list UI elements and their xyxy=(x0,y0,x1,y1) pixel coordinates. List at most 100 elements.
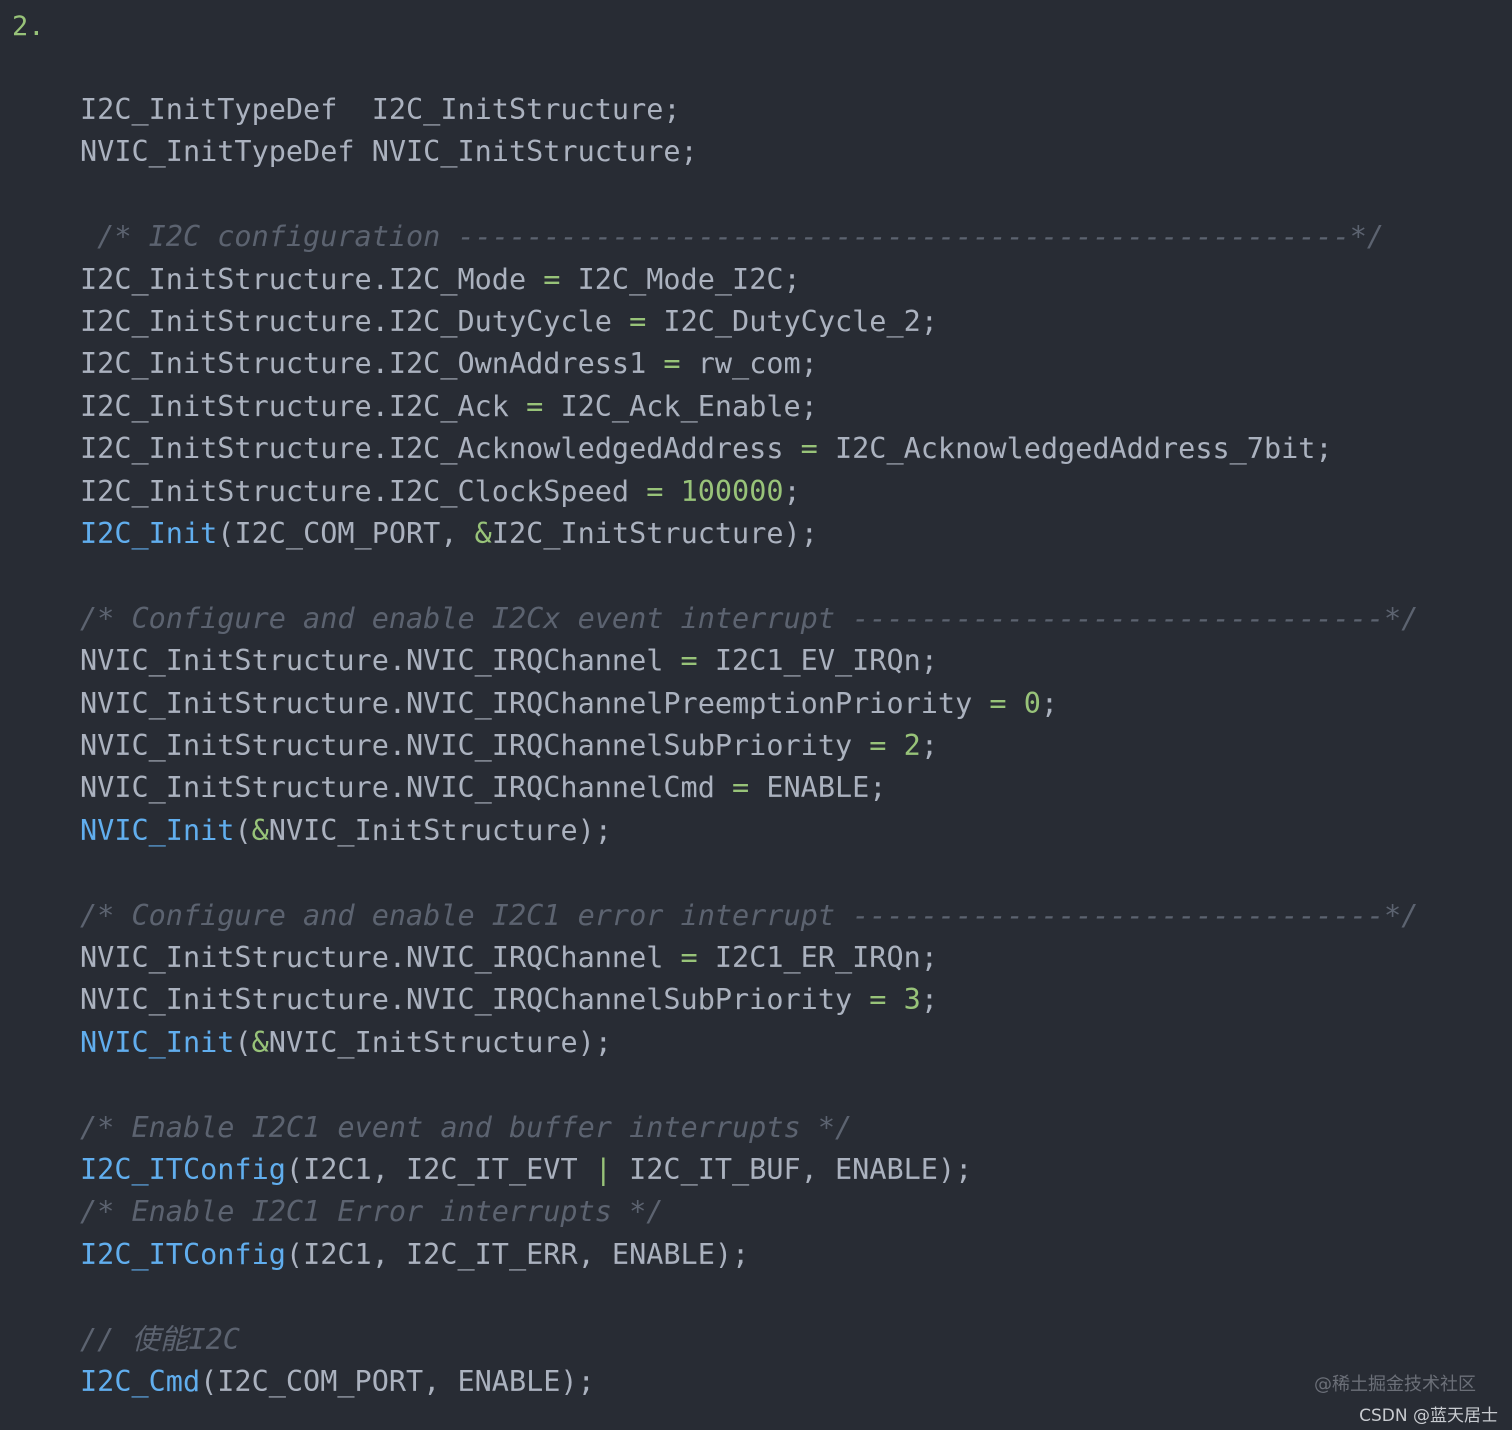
code-text: NVIC_InitStructure.NVIC_IRQChannel xyxy=(80,941,681,974)
code-text: NVIC_InitStructure.NVIC_IRQChannelSubPri… xyxy=(80,983,870,1017)
code-text: NVIC_InitStructure.NVIC_IRQChannelPreemp… xyxy=(80,686,990,720)
operator: = xyxy=(629,305,647,338)
code-line: I2C_InitStructure.I2C_ClockSpeed = 10000… xyxy=(80,471,801,513)
operator: = xyxy=(869,729,887,762)
code-text: (I2C_COM_PORT, xyxy=(217,517,475,550)
code-line: /* I2C configuration -------------------… xyxy=(80,216,1384,258)
code-text: I2C_Ack_Enable; xyxy=(543,389,818,423)
code-line: I2C_ITConfig(I2C1, I2C_IT_EVT | I2C_IT_B… xyxy=(80,1149,972,1191)
code-line: NVIC_InitStructure.NVIC_IRQChannelSubPri… xyxy=(80,725,938,767)
code-line: NVIC_InitStructure.NVIC_IRQChannelPreemp… xyxy=(80,683,1058,725)
code-text: I2C_InitStructure.I2C_Mode xyxy=(80,262,544,296)
code-line: // 使能I2C xyxy=(80,1319,240,1361)
code-line: I2C_InitStructure.I2C_AcknowledgedAddres… xyxy=(80,428,1333,470)
operator: = xyxy=(732,771,750,805)
code-line: /* Enable I2C1 Error interrupts */ xyxy=(80,1191,663,1233)
code-line: I2C_Init(I2C_COM_PORT, &I2C_InitStructur… xyxy=(80,513,818,555)
operator: = xyxy=(526,389,544,423)
code-line: NVIC_InitStructure.NVIC_IRQChannel = I2C… xyxy=(80,640,938,682)
code-text: I2C_InitStructure.I2C_Ack xyxy=(80,389,527,423)
operator: = xyxy=(663,347,681,381)
code-line: NVIC_Init(&NVIC_InitStructure); xyxy=(80,810,612,852)
code-text: I2C_Mode_I2C; xyxy=(560,262,801,296)
code-line: I2C_InitTypeDef I2C_InitStructure; xyxy=(80,89,681,131)
function-name: I2C_ITConfig xyxy=(80,1237,286,1271)
code-text: rw_com; xyxy=(680,347,818,381)
code-text: ; xyxy=(920,729,938,762)
code-text: I2C_InitStructure.I2C_OwnAddress1 xyxy=(80,347,664,381)
code-text: ; xyxy=(920,983,938,1017)
operator: = xyxy=(800,432,818,466)
code-text: ( xyxy=(234,813,252,847)
code-text: NVIC_InitStructure.NVIC_IRQChannelSubPri… xyxy=(80,729,870,762)
code-text: NVIC_InitStructure); xyxy=(268,1025,612,1059)
code-line: NVIC_Init(&NVIC_InitStructure); xyxy=(80,1022,612,1064)
juejin-watermark: @稀土掘金技术社区 xyxy=(1314,1374,1476,1395)
function-name: I2C_ITConfig xyxy=(80,1153,286,1186)
code-comment: /* I2C configuration -------------------… xyxy=(80,220,1385,254)
code-comment: /* Enable I2C1 event and buffer interrup… xyxy=(80,1110,853,1144)
operator: & xyxy=(251,813,269,847)
function-name: I2C_Init xyxy=(80,517,218,550)
code-comment: /* Configure and enable I2C1 error inter… xyxy=(80,898,1419,932)
operator: = xyxy=(680,644,698,678)
code-text: I2C_DutyCycle_2; xyxy=(646,305,938,338)
number-literal: 0 xyxy=(1023,686,1041,720)
step-number-label: 2. xyxy=(12,11,45,42)
number-literal: 100000 xyxy=(680,474,784,508)
operator: = xyxy=(680,941,698,974)
code-text: (I2C1, I2C_IT_EVT xyxy=(285,1153,595,1186)
code-line: I2C_InitStructure.I2C_Ack = I2C_Ack_Enab… xyxy=(80,386,818,428)
code-text: NVIC_InitTypeDef NVIC_InitStructure; xyxy=(80,135,698,169)
code-text: I2C_AcknowledgedAddress_7bit; xyxy=(817,432,1333,466)
code-text: I2C_InitTypeDef I2C_InitStructure; xyxy=(80,93,681,126)
code-line: NVIC_InitStructure.NVIC_IRQChannelSubPri… xyxy=(80,979,938,1021)
code-comment: // 使能I2C xyxy=(80,1322,240,1356)
operator: & xyxy=(474,517,492,550)
code-text: I2C1_ER_IRQn; xyxy=(697,941,938,974)
function-name: I2C_Cmd xyxy=(80,1365,201,1398)
number-literal: 2 xyxy=(903,729,921,762)
code-line: NVIC_InitStructure.NVIC_IRQChannelCmd = … xyxy=(80,767,886,809)
operator: = xyxy=(646,474,664,508)
code-text: ; xyxy=(783,474,801,508)
code-line: I2C_Cmd(I2C_COM_PORT, ENABLE); xyxy=(80,1361,595,1403)
operator: | xyxy=(594,1153,612,1186)
code-text: NVIC_InitStructure); xyxy=(268,813,612,847)
csdn-watermark: CSDN @蓝天居士 xyxy=(1359,1406,1498,1426)
code-text: ( xyxy=(234,1025,252,1059)
number-literal: 3 xyxy=(903,983,921,1017)
code-text: ; xyxy=(1040,686,1059,720)
code-text: (I2C1, I2C_IT_ERR, ENABLE); xyxy=(285,1237,750,1271)
code-block: 2. I2C_InitTypeDef I2C_InitStructure; NVI… xyxy=(0,0,1512,1430)
code-line: I2C_InitStructure.I2C_Mode = I2C_Mode_I2… xyxy=(80,259,801,301)
code-text: NVIC_InitStructure.NVIC_IRQChannelCmd xyxy=(80,771,733,805)
operator: = xyxy=(543,262,561,296)
code-text: I2C_InitStructure.I2C_DutyCycle xyxy=(80,305,630,338)
code-text: I2C1_EV_IRQn; xyxy=(697,644,938,678)
code-line: I2C_InitStructure.I2C_DutyCycle = I2C_Du… xyxy=(80,301,938,343)
code-line: /* Configure and enable I2C1 error inter… xyxy=(80,895,1418,937)
code-text: ENABLE; xyxy=(749,771,887,805)
code-line: NVIC_InitTypeDef NVIC_InitStructure; xyxy=(80,131,698,173)
operator: = xyxy=(989,686,1007,720)
code-comment: /* Enable I2C1 Error interrupts */ xyxy=(80,1195,664,1229)
code-text: I2C_InitStructure); xyxy=(491,517,818,550)
code-comment: /* Configure and enable I2Cx event inter… xyxy=(80,601,1419,635)
code-text: I2C_InitStructure.I2C_ClockSpeed xyxy=(80,474,647,508)
code-line: I2C_ITConfig(I2C1, I2C_IT_ERR, ENABLE); xyxy=(80,1234,749,1276)
code-text: (I2C_COM_PORT, ENABLE); xyxy=(200,1365,595,1398)
code-line: /* Enable I2C1 event and buffer interrup… xyxy=(80,1107,852,1149)
code-line: NVIC_InitStructure.NVIC_IRQChannel = I2C… xyxy=(80,937,938,979)
function-name: NVIC_Init xyxy=(80,1025,235,1059)
code-text: I2C_IT_BUF, ENABLE); xyxy=(611,1153,973,1186)
function-name: NVIC_Init xyxy=(80,813,235,847)
code-text: NVIC_InitStructure.NVIC_IRQChannel xyxy=(80,644,681,678)
code-text: I2C_InitStructure.I2C_AcknowledgedAddres… xyxy=(80,432,801,466)
code-line: I2C_InitStructure.I2C_OwnAddress1 = rw_c… xyxy=(80,343,818,385)
operator: = xyxy=(869,983,887,1017)
